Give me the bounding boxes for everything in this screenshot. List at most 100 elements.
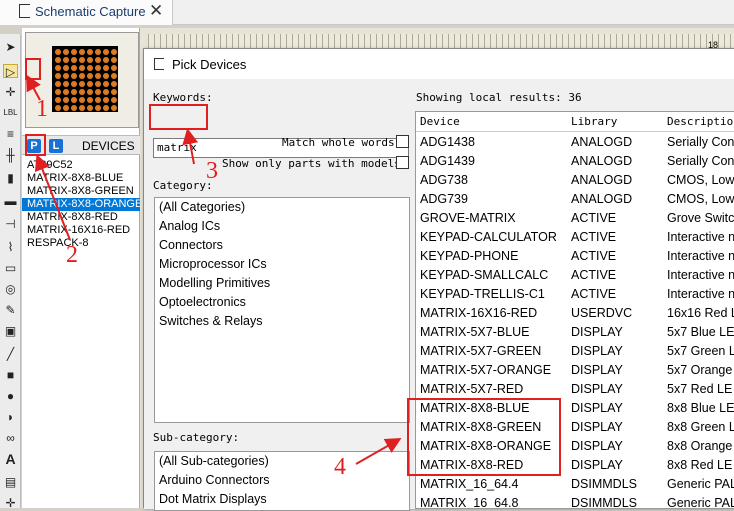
result-library: ACTIVE — [571, 249, 617, 263]
virtual-instrument-icon[interactable]: ▣ — [3, 324, 18, 338]
result-row[interactable]: KEYPAD-PHONE ACTIVE Interactive n — [416, 247, 734, 266]
result-row[interactable]: KEYPAD-TRELLIS-C1 ACTIVE Interactive n — [416, 285, 734, 304]
result-row[interactable]: ADG1439 ANALOGD Serially Con — [416, 152, 734, 171]
led-dot — [79, 89, 85, 95]
category-item[interactable]: Microprocessor ICs — [155, 255, 409, 274]
graph-icon[interactable]: ⌇ — [3, 240, 18, 254]
result-row[interactable]: MATRIX_16_64.4 DSIMMDLS Generic PAL — [416, 475, 734, 494]
dialog-icon — [154, 58, 164, 70]
result-device: MATRIX_16_64.8 — [420, 496, 519, 509]
led-dot — [71, 49, 77, 55]
result-row[interactable]: MATRIX-5X7-RED DISPLAY 5x7 Red LE — [416, 380, 734, 399]
subcategory-item[interactable]: Dot Matrix Displays — [155, 490, 409, 509]
category-list: (All Categories) Analog ICs Connectors M… — [154, 197, 410, 423]
component-mode-icon[interactable]: ▷ — [3, 64, 18, 79]
led-dot — [71, 57, 77, 63]
result-description: Interactive n — [667, 230, 734, 244]
column-device[interactable]: Device — [420, 115, 460, 128]
led-dot — [103, 57, 109, 63]
led-dot — [111, 49, 117, 55]
tab-schematic-capture[interactable]: Schematic Capture ✕ — [0, 0, 173, 25]
result-library: DSIMMDLS — [571, 477, 637, 491]
junction-dot-icon[interactable]: ✛ — [3, 85, 18, 99]
symbol-tool-icon[interactable]: ▤ — [3, 475, 18, 489]
voltage-probe-icon[interactable]: ✎ — [3, 303, 18, 317]
result-description: Generic PAL — [667, 477, 734, 491]
tape-recorder-icon[interactable]: ▭ — [3, 261, 18, 275]
column-library[interactable]: Library — [571, 115, 617, 128]
result-row[interactable]: MATRIX-16X16-RED USERDVC 16x16 Red L — [416, 304, 734, 323]
result-device: MATRIX-5X7-RED — [420, 382, 524, 396]
text-tool-icon[interactable]: A — [3, 452, 18, 466]
led-dot — [111, 65, 117, 71]
show-models-checkbox[interactable] — [396, 156, 409, 169]
led-dot — [71, 97, 77, 103]
bus-icon[interactable]: ╫ — [3, 148, 18, 162]
subcircuit-icon[interactable]: ▮ — [3, 171, 18, 185]
led-dot — [79, 81, 85, 87]
wire-label-icon[interactable]: LBL — [3, 106, 18, 120]
device-list-item-selected[interactable]: MATRIX-8X8-ORANGE — [22, 198, 142, 211]
led-dot — [63, 65, 69, 71]
category-item[interactable]: Switches & Relays — [155, 312, 409, 331]
device-list-item[interactable]: RESPACK-8 — [22, 237, 140, 250]
annotation-number-3: 3 — [206, 158, 218, 184]
device-list-item[interactable]: MATRIX-16X16-RED — [22, 224, 140, 237]
result-row[interactable]: MATRIX-5X7-ORANGE DISPLAY 5x7 Orange — [416, 361, 734, 380]
result-library: DISPLAY — [571, 325, 623, 339]
category-item[interactable]: Modelling Primitives — [155, 274, 409, 293]
result-description: Serially Con — [667, 154, 734, 168]
category-item[interactable]: (All Categories) — [155, 198, 409, 217]
arc-tool-icon[interactable]: ◗ — [3, 410, 18, 424]
category-item[interactable]: Optoelectronics — [155, 293, 409, 312]
column-description[interactable]: Description — [667, 115, 734, 128]
circle-tool-icon[interactable]: ● — [3, 389, 18, 403]
path-tool-icon[interactable]: ∞ — [3, 431, 18, 445]
annotation-number-4: 4 — [334, 454, 346, 480]
device-list-item[interactable]: MATRIX-8X8-GREEN — [22, 185, 140, 198]
box-tool-icon[interactable]: ■ — [3, 368, 18, 382]
led-dot — [103, 105, 109, 111]
generator-icon[interactable]: ◎ — [3, 282, 18, 296]
result-row[interactable]: ADG738 ANALOGD CMOS, Low — [416, 171, 734, 190]
result-description: 8x8 Orange — [667, 439, 733, 453]
close-tab-icon[interactable]: ✕ — [149, 1, 163, 21]
line-tool-icon[interactable]: ╱ — [3, 347, 18, 361]
annotation-box-4 — [407, 398, 561, 476]
result-row[interactable]: ADG1438 ANALOGD Serially Con — [416, 133, 734, 152]
led-dot — [79, 105, 85, 111]
dialog-title: Pick Devices — [172, 57, 247, 72]
result-library: ACTIVE — [571, 230, 617, 244]
device-list-item[interactable]: MATRIX-8X8-RED — [22, 211, 140, 224]
dialog-title-bar[interactable]: Pick Devices — [144, 49, 734, 79]
subcategory-item[interactable]: (All Sub-categories) — [155, 452, 409, 471]
result-description: 8x8 Green L — [667, 420, 734, 434]
library-button[interactable]: L — [49, 139, 63, 153]
subcategory-item[interactable]: Arduino Connectors — [155, 471, 409, 490]
category-item[interactable]: Connectors — [155, 236, 409, 255]
result-device: KEYPAD-SMALLCALC — [420, 268, 549, 282]
text-script-icon[interactable]: ≡ — [3, 127, 18, 141]
match-whole-words-checkbox[interactable] — [396, 135, 409, 148]
result-device: MATRIX-5X7-ORANGE — [420, 363, 552, 377]
led-dot — [55, 97, 61, 103]
result-device: ADG1439 — [420, 154, 475, 168]
led-dot — [103, 49, 109, 55]
led-dot — [111, 97, 117, 103]
device-pin-icon[interactable]: ⊣ — [3, 217, 18, 231]
select-tool-icon[interactable]: ➤ — [3, 40, 18, 54]
result-row[interactable]: KEYPAD-SMALLCALC ACTIVE Interactive n — [416, 266, 734, 285]
result-row[interactable]: MATRIX-5X7-BLUE DISPLAY 5x7 Blue LE — [416, 323, 734, 342]
result-row[interactable]: ADG739 ANALOGD CMOS, Low — [416, 190, 734, 209]
device-list-item[interactable]: MATRIX-8X8-BLUE — [22, 172, 140, 185]
device-list-item[interactable]: AT89C52 — [22, 159, 140, 172]
result-row[interactable]: MATRIX_16_64.8 DSIMMDLS Generic PAL — [416, 494, 734, 509]
category-item[interactable]: Analog ICs — [155, 217, 409, 236]
terminal-icon[interactable]: ▬ — [3, 194, 18, 208]
result-row[interactable]: MATRIX-5X7-GREEN DISPLAY 5x7 Green L — [416, 342, 734, 361]
result-row[interactable]: GROVE-MATRIX ACTIVE Grove Switc — [416, 209, 734, 228]
led-dot — [95, 73, 101, 79]
led-dot — [95, 57, 101, 63]
result-row[interactable]: KEYPAD-CALCULATOR ACTIVE Interactive n — [416, 228, 734, 247]
subcategory-label: Sub-category: — [153, 431, 240, 444]
